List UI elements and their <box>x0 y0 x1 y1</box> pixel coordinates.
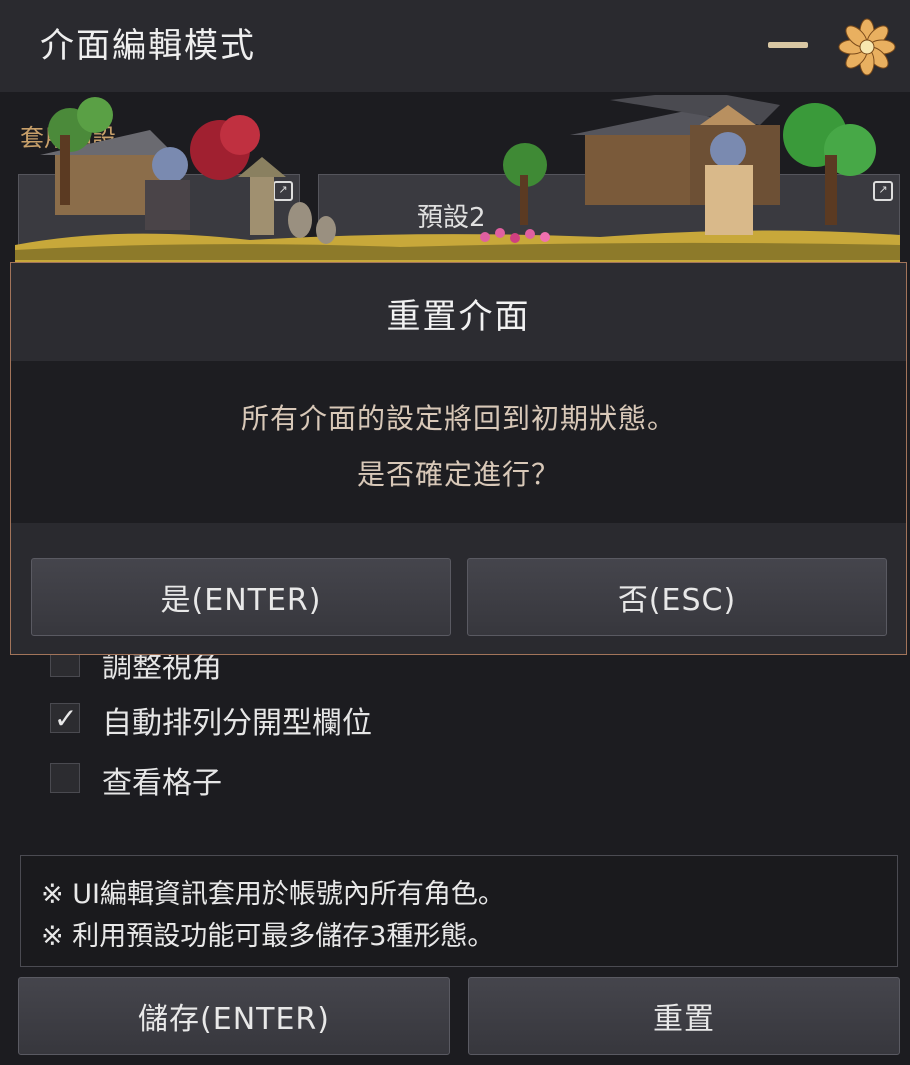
check-icon: ✓ <box>54 702 78 735</box>
dialog-title: 重置介面 <box>386 297 531 337</box>
expand-icon[interactable]: ↗ <box>273 181 293 201</box>
preset-label: 套用預設 <box>20 124 116 152</box>
minimize-icon[interactable] <box>768 42 808 48</box>
info-line-2: ※ 利用預設功能可最多儲存3種形態。 <box>41 921 495 952</box>
reset-confirm-dialog: 重置介面 所有介面的設定將回到初期狀態。 是否確定進行？ 是(ENTER) 否(… <box>10 262 907 655</box>
flower-emblem-icon[interactable] <box>838 18 896 76</box>
dialog-body: 所有介面的設定將回到初期狀態。 是否確定進行？ <box>11 361 906 523</box>
reset-button[interactable]: 重置 <box>468 977 900 1055</box>
dialog-message-line-2: 是否確定進行？ <box>356 458 560 491</box>
confirm-no-button[interactable]: 否(ESC) <box>467 558 887 636</box>
checkbox[interactable]: ✓ <box>50 702 80 735</box>
info-line-1: ※ UI編輯資訊套用於帳號內所有角色。 <box>41 879 505 910</box>
option-label: 查看格子 <box>102 766 222 801</box>
confirm-yes-button[interactable]: 是(ENTER) <box>31 558 451 636</box>
window-title: 介面編輯模式 <box>40 26 256 66</box>
preset-name: 預設2 <box>417 203 486 233</box>
checkbox[interactable] <box>50 763 80 793</box>
title-bar[interactable]: 介面編輯模式 <box>0 0 910 92</box>
dialog-header: 重置介面 <box>11 263 906 361</box>
info-panel: ※ UI編輯資訊套用於帳號內所有角色。 ※ 利用預設功能可最多儲存3種形態。 <box>20 855 898 967</box>
dialog-footer: 是(ENTER) 否(ESC) <box>11 523 906 654</box>
ui-edit-window: 介面編輯模式 套用預設 ↗ 預設2 ↗ 調整視角 ✓ 自動排列分開型欄位 查看格… <box>0 0 910 1065</box>
option-label: 自動排列分開型欄位 <box>102 706 372 741</box>
expand-icon[interactable]: ↗ <box>873 181 893 201</box>
preset-slot-2[interactable]: 預設2 ↗ <box>318 174 900 258</box>
save-button[interactable]: 儲存(ENTER) <box>18 977 450 1055</box>
preset-slot-1[interactable]: ↗ <box>18 174 300 258</box>
dialog-message-line-1: 所有介面的設定將回到初期狀態。 <box>240 402 676 435</box>
